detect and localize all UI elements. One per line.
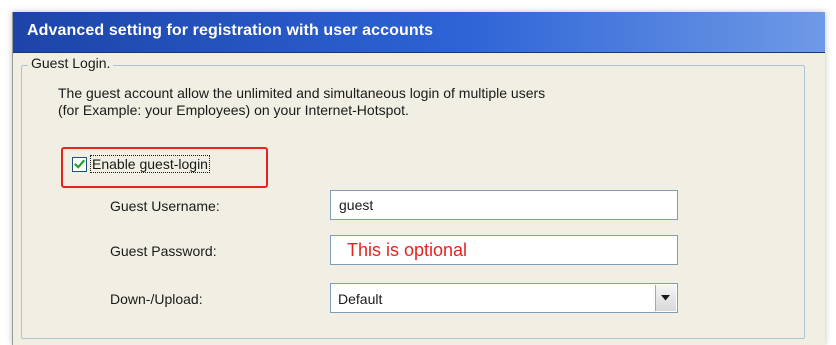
enable-guest-login-label[interactable]: Enable guest-login xyxy=(90,155,210,173)
description-line-2: (for Example: your Employees) on your In… xyxy=(58,102,409,118)
bandwidth-label: Down-/Upload: xyxy=(110,291,203,307)
guest-username-input[interactable] xyxy=(330,190,678,220)
checkmark-icon xyxy=(74,159,85,169)
guest-username-label: Guest Username: xyxy=(110,198,220,214)
bandwidth-selected-value: Default xyxy=(338,291,383,307)
groupbox-legend: Guest Login. xyxy=(28,55,114,71)
dropdown-button[interactable] xyxy=(655,285,676,311)
guest-description: The guest account allow the unlimited an… xyxy=(58,85,778,119)
bandwidth-select[interactable]: Default xyxy=(330,283,678,313)
dialog-title: Advanced setting for registration with u… xyxy=(27,22,434,39)
title-bar: Advanced setting for registration with u… xyxy=(13,12,825,53)
chevron-down-icon xyxy=(661,295,670,301)
enable-guest-login-checkbox[interactable] xyxy=(72,157,87,172)
description-line-1: The guest account allow the unlimited an… xyxy=(58,85,546,101)
guest-password-label: Guest Password: xyxy=(110,243,217,259)
guest-password-input[interactable] xyxy=(330,235,678,265)
